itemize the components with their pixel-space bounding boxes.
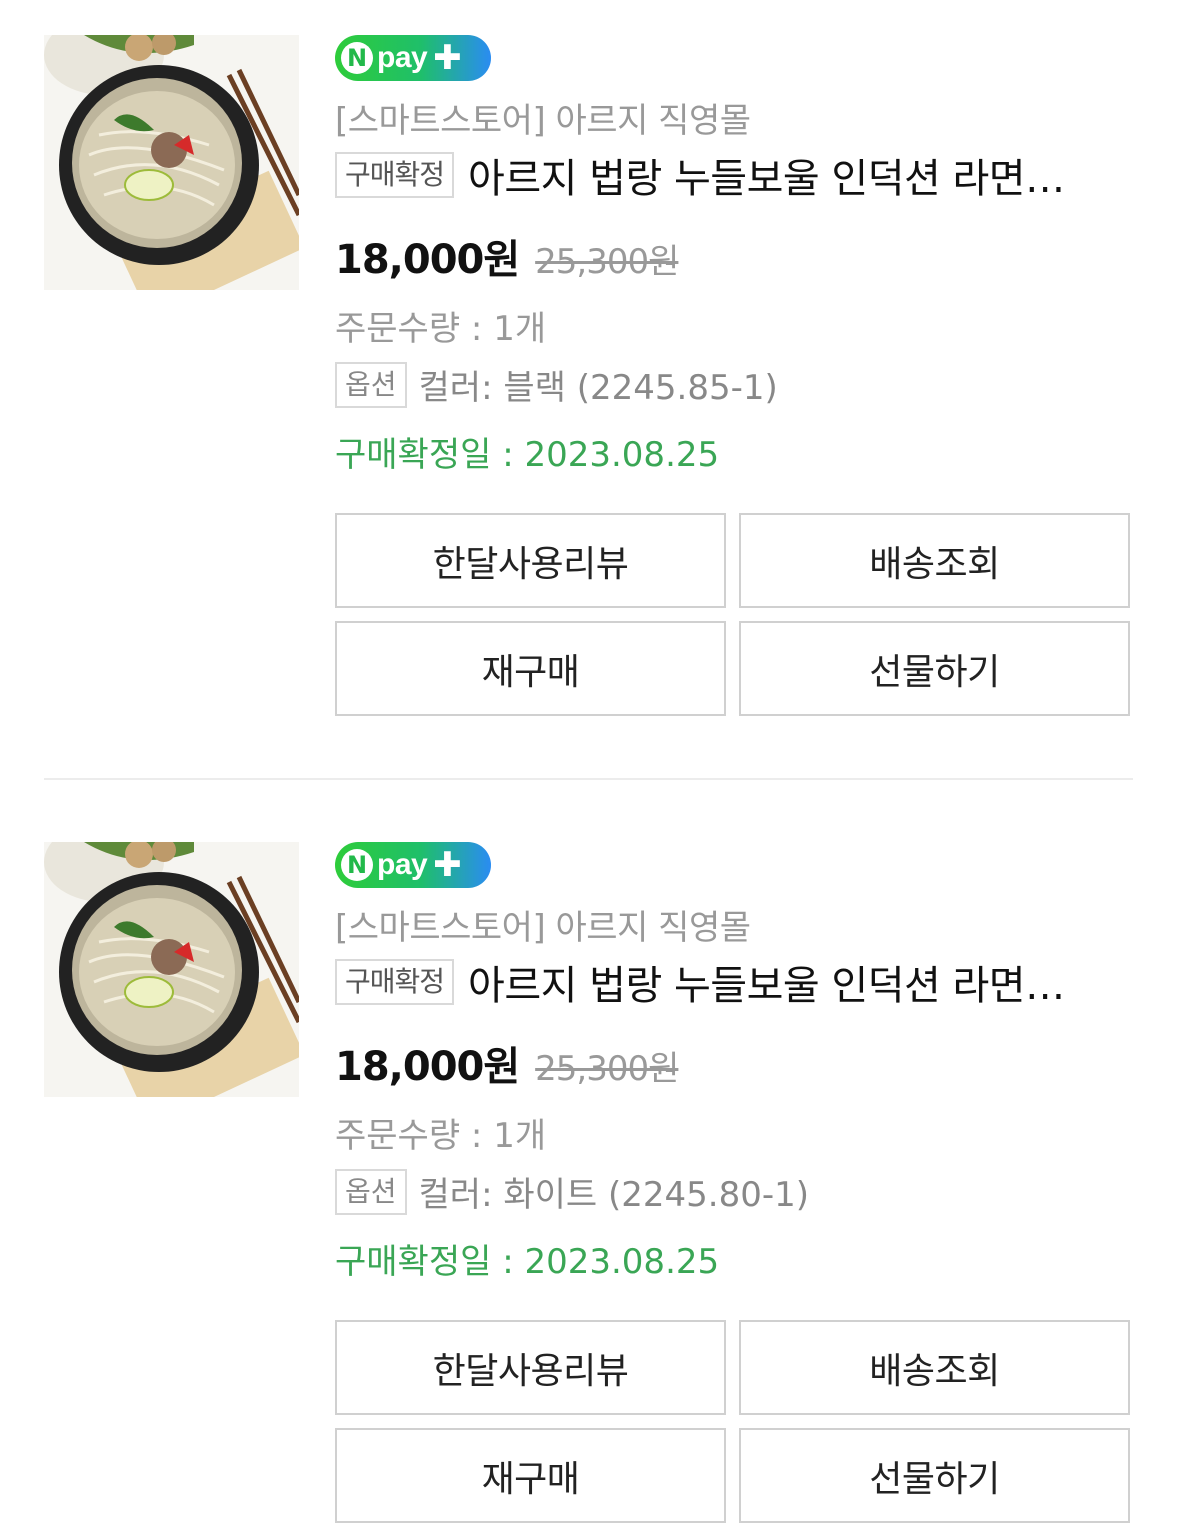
product-title-row[interactable]: 구매확정 아르지 법랑 누들보울 인덕션 라면기 국수 그릇 — [335, 957, 1135, 1007]
npay-plus-badge: N pay ✚ — [335, 35, 491, 81]
store-name[interactable]: [스마트스토어] 아르지 직영몰 — [335, 900, 751, 949]
price-row: 18,000원 25,300원 — [335, 227, 679, 285]
order-quantity: 주문수량 : 1개 — [335, 309, 547, 349]
option-row: 옵션 컬러: 블랙 (2245.85-1) — [335, 360, 778, 409]
track-delivery-button[interactable]: 배송조회 — [739, 513, 1130, 608]
review-button[interactable]: 한달사용리뷰 — [335, 1320, 726, 1415]
purchase-confirmed-tag: 구매확정 — [335, 152, 455, 198]
product-thumbnail[interactable] — [44, 842, 299, 1097]
purchase-confirmed-tag: 구매확정 — [335, 959, 455, 1005]
plus-icon: ✚ — [433, 38, 462, 78]
option-tag: 옵션 — [335, 361, 407, 408]
option-row: 옵션 컬러: 화이트 (2245.80-1) — [335, 1167, 809, 1216]
review-button[interactable]: 한달사용리뷰 — [335, 513, 726, 608]
gift-button[interactable]: 선물하기 — [739, 1428, 1130, 1523]
track-delivery-button[interactable]: 배송조회 — [739, 1320, 1130, 1415]
divider — [44, 778, 1133, 780]
product-title-row[interactable]: 구매확정 아르지 법랑 누들보울 인덕션 라면기 국수 그릇 — [335, 150, 1135, 200]
sale-price: 18,000원 — [335, 237, 520, 283]
product-title[interactable]: 아르지 법랑 누들보울 인덕션 라면기 국수 그릇 — [468, 150, 1098, 200]
order-quantity: 주문수량 : 1개 — [335, 1116, 547, 1156]
option-tag: 옵션 — [335, 1168, 407, 1215]
option-text: 컬러: 화이트 (2245.80-1) — [418, 1175, 810, 1215]
npay-label: pay — [377, 41, 428, 74]
original-price: 25,300원 — [535, 242, 679, 282]
confirm-date: 구매확정일 : 2023.08.25 — [335, 435, 720, 475]
product-title[interactable]: 아르지 법랑 누들보울 인덕션 라면기 국수 그릇 — [468, 957, 1098, 1007]
naver-n-icon: N — [341, 849, 373, 881]
rebuy-button[interactable]: 재구매 — [335, 1428, 726, 1523]
confirm-date: 구매확정일 : 2023.08.25 — [335, 1242, 720, 1282]
product-thumbnail[interactable] — [44, 35, 299, 290]
rebuy-button[interactable]: 재구매 — [335, 621, 726, 716]
npay-label: pay — [377, 848, 428, 881]
plus-icon: ✚ — [433, 845, 462, 885]
original-price: 25,300원 — [535, 1049, 679, 1089]
store-name[interactable]: [스마트스토어] 아르지 직영몰 — [335, 93, 751, 142]
option-text: 컬러: 블랙 (2245.85-1) — [418, 368, 778, 408]
sale-price: 18,000원 — [335, 1044, 520, 1090]
gift-button[interactable]: 선물하기 — [739, 621, 1130, 716]
npay-plus-badge: N pay ✚ — [335, 842, 491, 888]
price-row: 18,000원 25,300원 — [335, 1034, 679, 1092]
naver-n-icon: N — [341, 42, 373, 74]
